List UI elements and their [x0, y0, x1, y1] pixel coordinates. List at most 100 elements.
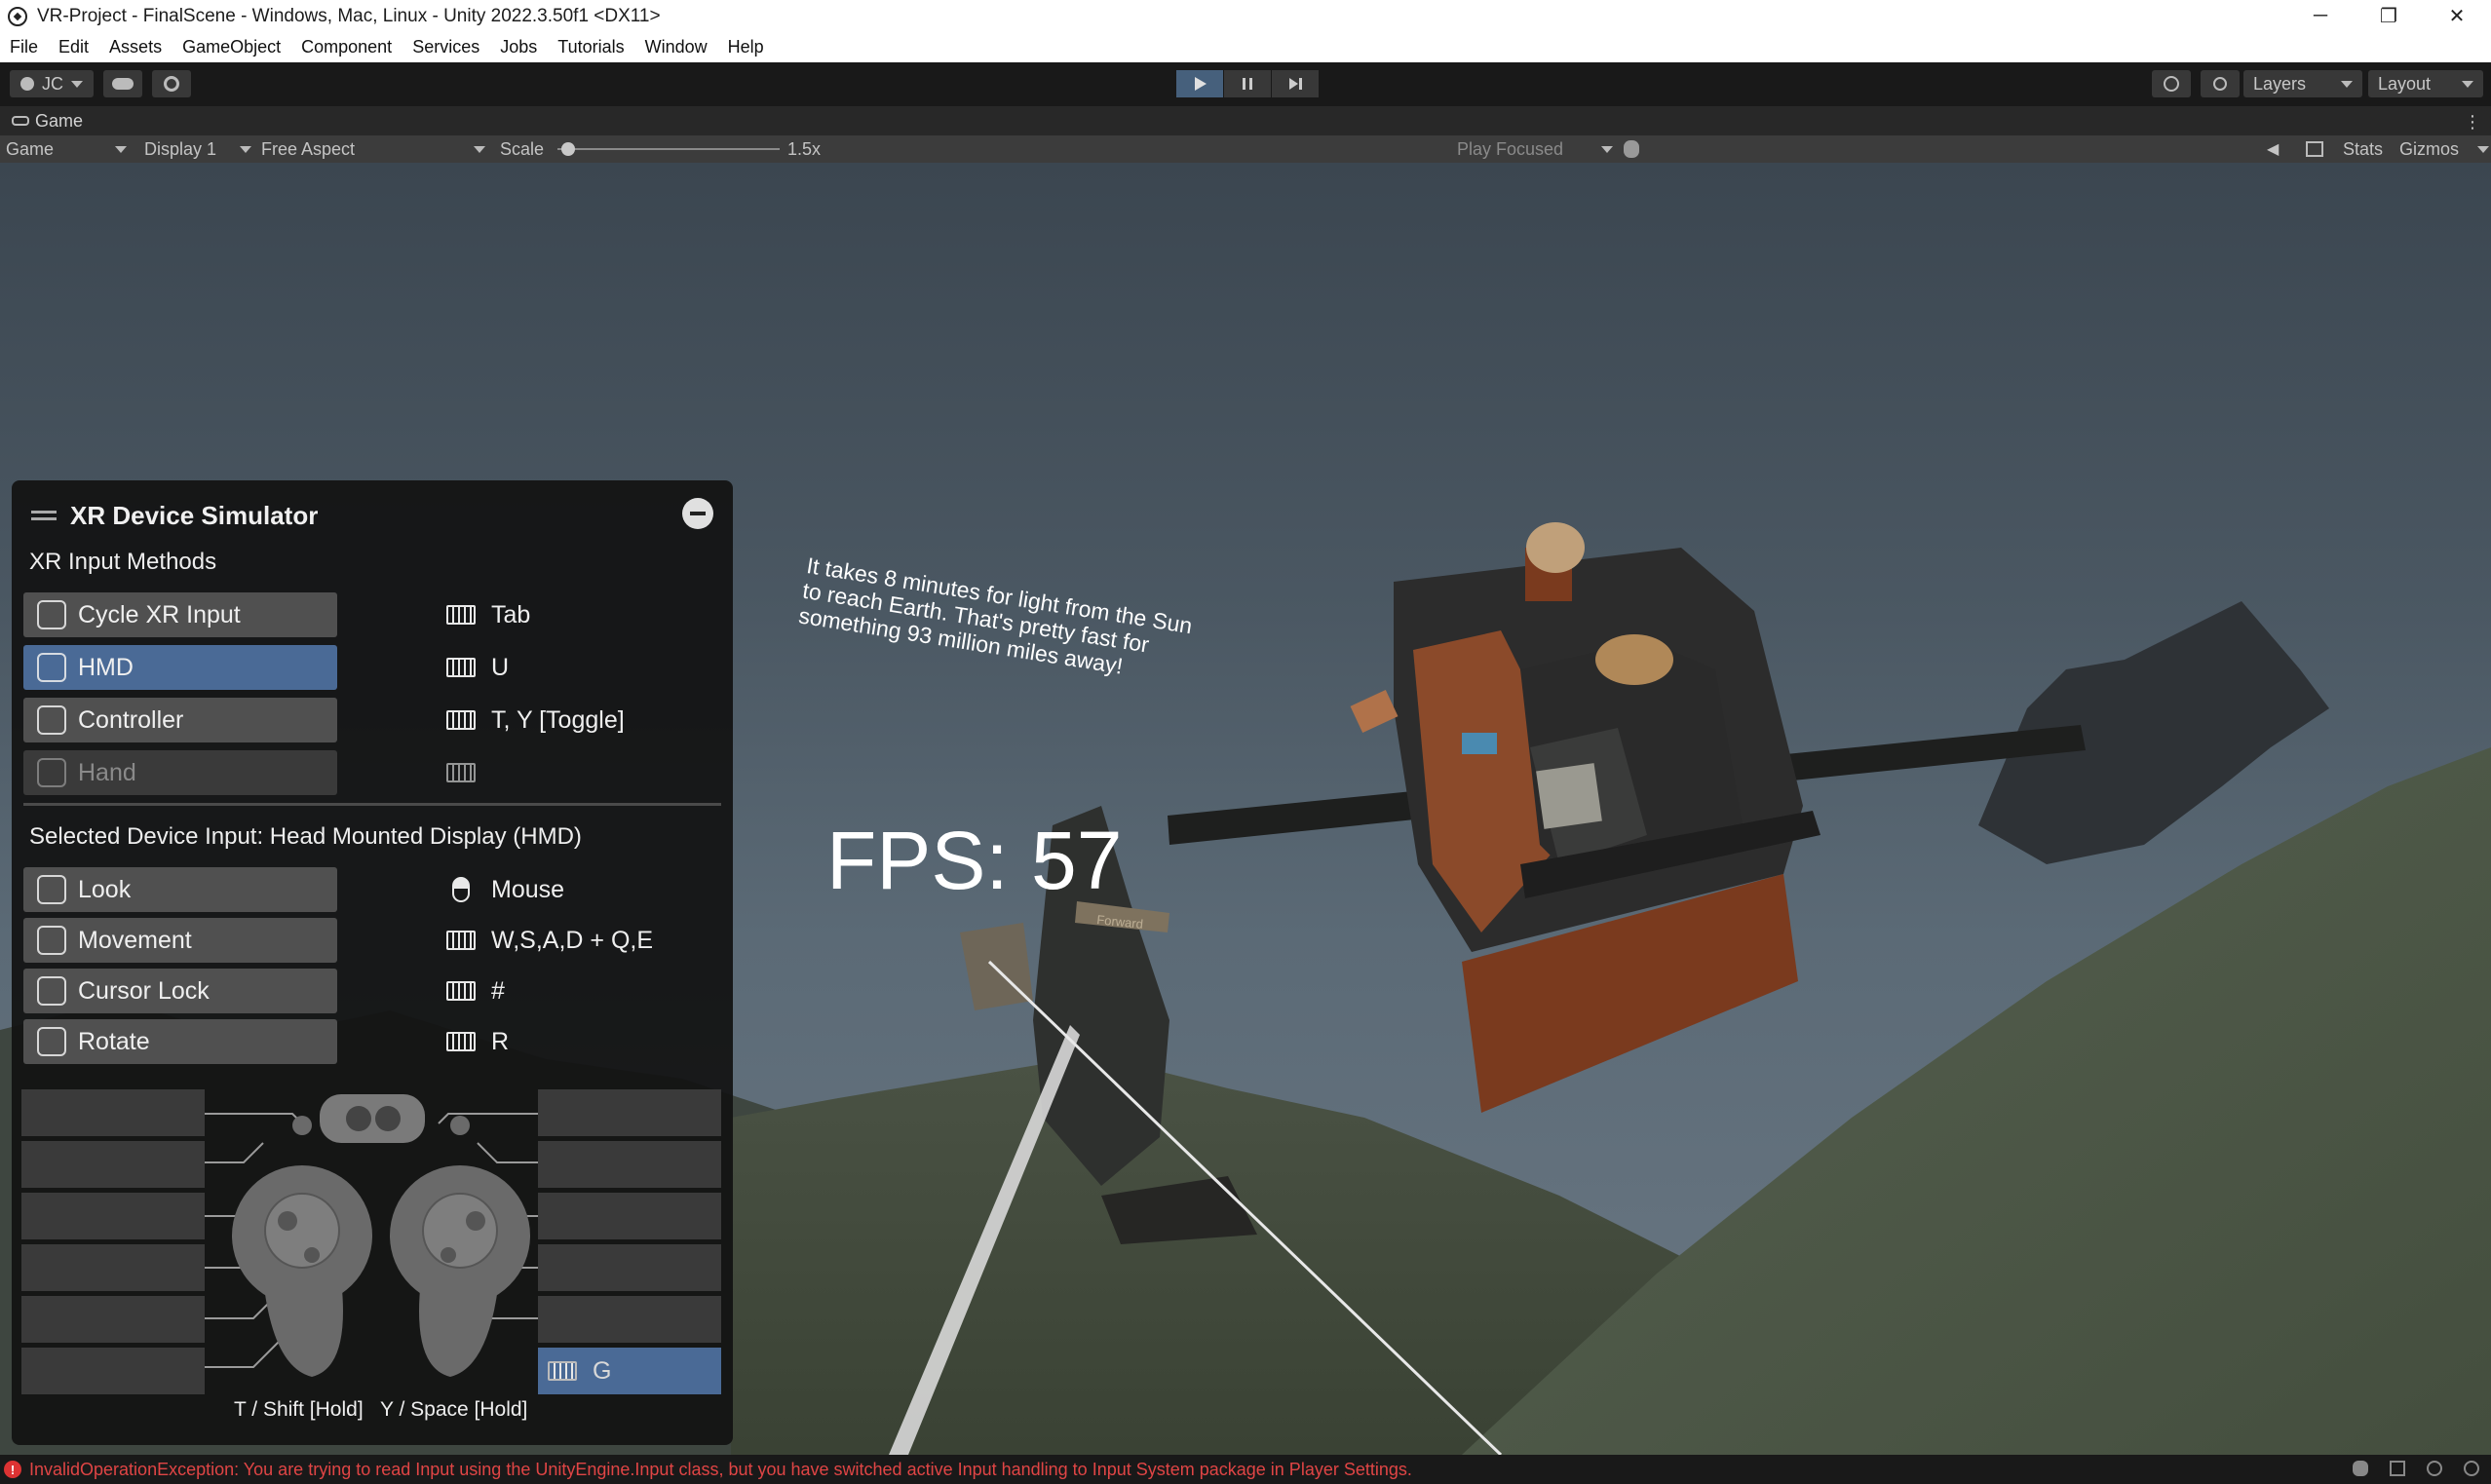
menu-help[interactable]: Help [728, 37, 764, 57]
bug-icon [1624, 140, 1639, 158]
gear-icon [164, 76, 179, 92]
aspect-dropdown[interactable]: Free Aspect [261, 135, 485, 163]
methods-heading: XR Input Methods [29, 549, 217, 575]
cloud-button[interactable] [103, 70, 142, 97]
scale-label: Scale [500, 138, 545, 159]
left-controller-slot[interactable] [21, 1089, 205, 1136]
key-label: T, Y [Toggle] [491, 705, 625, 734]
display-dropdown[interactable]: Display 1 [144, 135, 251, 163]
keyboard-icon [548, 1361, 577, 1381]
button-label: HMD [78, 653, 134, 681]
title-bar: VR-Project - FinalScene - Windows, Mac, … [0, 0, 2491, 32]
layers-dropdown[interactable]: Layers [2243, 70, 2362, 97]
hand-button[interactable]: Hand [23, 750, 337, 795]
rotate-button[interactable]: Rotate [23, 1019, 337, 1064]
account-dropdown[interactable]: JC [10, 70, 94, 97]
layout-dropdown[interactable]: Layout [2368, 70, 2483, 97]
right-controller-slot[interactable] [538, 1193, 721, 1239]
step-button[interactable] [1272, 70, 1319, 97]
cache-icon[interactable] [2390, 1461, 2405, 1476]
key-label: W,S,A,D + Q,E [491, 926, 654, 954]
key-binding: R [446, 1019, 509, 1064]
chevron-down-icon [2341, 80, 2353, 88]
keyboard-icon [446, 763, 476, 782]
display-label: Display 1 [144, 138, 217, 159]
button-label: Rotate [78, 1027, 150, 1055]
left-controller-slot[interactable] [21, 1348, 205, 1394]
left-controller-slot[interactable] [21, 1244, 205, 1291]
check-icon[interactable] [2464, 1461, 2479, 1476]
tab-game[interactable]: Game [35, 111, 83, 132]
key-binding [446, 750, 491, 795]
panel-title: XR Device Simulator [70, 500, 319, 530]
slider-thumb[interactable] [561, 142, 576, 156]
right-controller-slot[interactable] [538, 1089, 721, 1136]
minimize-button[interactable]: ─ [2286, 0, 2355, 32]
cycle-xr-input-button[interactable]: Cycle XR Input [23, 592, 337, 637]
aspect-label: Free Aspect [261, 138, 356, 159]
menu-assets[interactable]: Assets [109, 37, 162, 57]
right-controller-slot[interactable] [538, 1141, 721, 1188]
collapse-button[interactable] [682, 498, 713, 529]
look-button[interactable]: Look [23, 867, 337, 912]
menu-jobs[interactable]: Jobs [500, 37, 537, 57]
hmd-button[interactable]: HMD [23, 645, 337, 690]
network-icon[interactable] [2427, 1461, 2442, 1476]
speaker-icon: ◀ [2267, 141, 2280, 158]
main-toolbar: JC Layers Layout [0, 62, 2491, 106]
button-label: Cursor Lock [78, 976, 210, 1005]
collab-button[interactable] [152, 70, 191, 97]
play-mode-dropdown[interactable]: Play Focused [1457, 135, 1613, 163]
menu-file[interactable]: File [10, 37, 38, 57]
gamepad-icon [12, 116, 29, 126]
chevron-down-icon [1601, 145, 1613, 153]
history-icon [2164, 76, 2179, 92]
machine-disc [1595, 634, 1673, 685]
cursor-icon [37, 976, 66, 1006]
cursor-lock-button[interactable]: Cursor Lock [23, 969, 337, 1013]
fps-counter: FPS: 57 [826, 815, 1123, 906]
right-controller-slot-active[interactable]: G [538, 1348, 721, 1394]
menu-edit[interactable]: Edit [58, 37, 89, 57]
machine-pipe [1350, 689, 1399, 734]
keyboard-icon [446, 1032, 476, 1051]
menu-window[interactable]: Window [645, 37, 708, 57]
console-error-message[interactable]: InvalidOperationException: You are tryin… [29, 1460, 1412, 1480]
movement-button[interactable]: Movement [23, 918, 337, 963]
left-controller-slot[interactable] [21, 1141, 205, 1188]
history-button[interactable] [2152, 70, 2191, 97]
left-controller-slot[interactable] [21, 1296, 205, 1343]
restore-button[interactable]: ❐ [2355, 0, 2423, 32]
stats-button[interactable]: Stats [2343, 135, 2383, 163]
grid-button[interactable] [2306, 135, 2323, 163]
tab-menu-icon[interactable]: ⋮ [2464, 112, 2481, 133]
search-button[interactable] [2201, 70, 2240, 97]
rotate-icon [37, 1027, 66, 1056]
play-mode-label: Play Focused [1457, 138, 1564, 159]
panel-header[interactable]: XR Device Simulator [31, 498, 318, 533]
bug-icon[interactable] [2353, 1461, 2368, 1476]
play-button[interactable] [1176, 70, 1223, 97]
pause-button[interactable] [1224, 70, 1271, 97]
gizmos-dropdown[interactable]: Gizmos [2399, 135, 2489, 163]
left-controller-slot[interactable] [21, 1193, 205, 1239]
keyboard-icon [446, 710, 476, 730]
right-controller-slot[interactable] [538, 1244, 721, 1291]
pause-icon [1243, 78, 1252, 90]
controller-button[interactable]: Controller [23, 698, 337, 742]
right-controller-slot[interactable] [538, 1296, 721, 1343]
drag-handle-icon[interactable] [31, 511, 57, 520]
view-mode-dropdown[interactable]: Game [6, 135, 127, 163]
keyboard-icon [446, 981, 476, 1001]
mute-button[interactable]: ◀ [2267, 135, 2279, 163]
bug-button[interactable] [1624, 135, 1639, 163]
game-tab-bar: Game ⋮ [0, 106, 2491, 135]
headset-lens-left [346, 1106, 371, 1131]
chevron-down-icon [474, 145, 485, 153]
menu-services[interactable]: Services [412, 37, 479, 57]
menu-component[interactable]: Component [301, 37, 392, 57]
scale-slider[interactable] [557, 135, 780, 163]
menu-tutorials[interactable]: Tutorials [557, 37, 624, 57]
menu-gameobject[interactable]: GameObject [182, 37, 281, 57]
close-button[interactable]: ✕ [2423, 0, 2491, 32]
